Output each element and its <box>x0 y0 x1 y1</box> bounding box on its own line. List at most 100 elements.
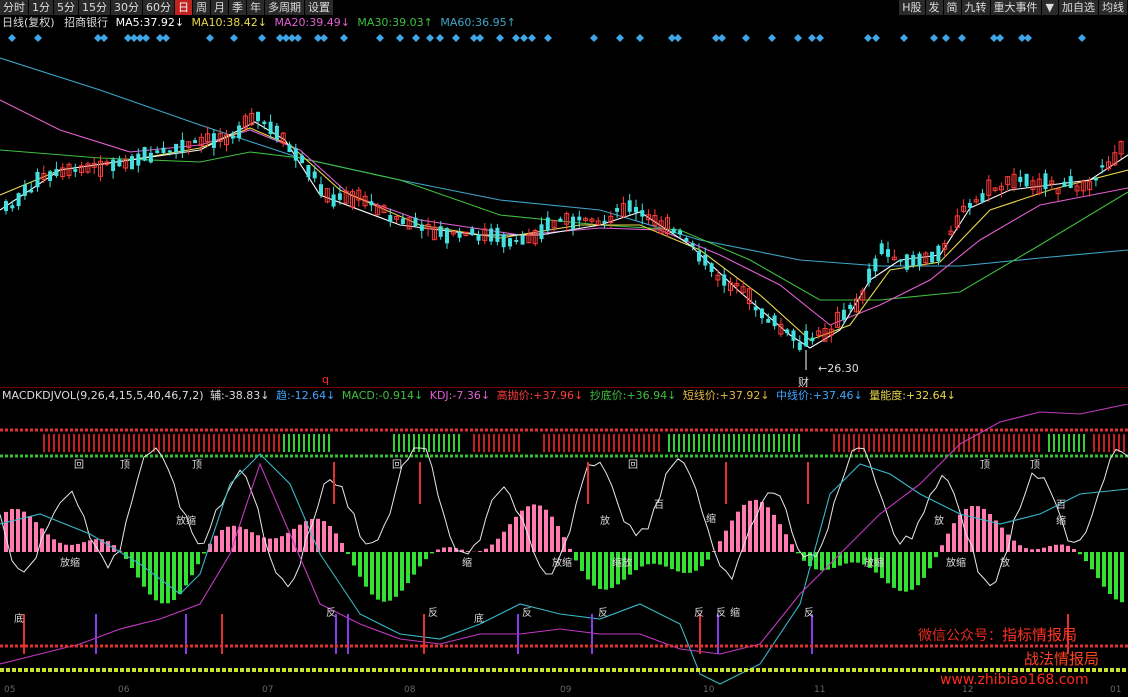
histogram-bar <box>592 552 596 586</box>
histogram-bar <box>448 547 452 552</box>
histogram-bar <box>658 552 662 565</box>
signal-diamond <box>1024 34 1032 42</box>
candle-body <box>615 208 620 212</box>
tab-period-2[interactable]: 5分 <box>54 0 79 15</box>
signal-label-bai: 百 <box>1056 499 1066 511</box>
histogram-bar <box>538 505 542 552</box>
toolbar-action-4[interactable]: 重大事件 <box>990 0 1042 15</box>
histogram-bar <box>394 552 398 597</box>
signal-label-fang: 放 <box>934 514 944 527</box>
cd-label: 抄底价: <box>589 389 627 402</box>
signal-diamond <box>258 34 266 42</box>
histogram-bar <box>328 526 332 552</box>
toolbar-action-6[interactable]: 加自选 <box>1059 0 1099 15</box>
signal-diamond <box>900 34 908 42</box>
signal-diamond <box>636 34 644 42</box>
tab-period-1[interactable]: 1分 <box>29 0 54 15</box>
toolbar-actions: H股发简九转 重大事件 ▼ 加自选 均线 <box>899 0 1128 15</box>
tab-period-7[interactable]: 周 <box>193 0 211 15</box>
histogram-bar <box>568 548 572 552</box>
histogram-bar <box>994 520 998 552</box>
price-chart[interactable] <box>0 30 1128 386</box>
signal-diamond <box>958 34 966 42</box>
candle-body <box>936 245 941 262</box>
histogram-bar <box>634 552 638 571</box>
tab-period-6[interactable]: 日 <box>175 0 193 15</box>
candle-body <box>980 193 985 202</box>
candle-body <box>898 259 903 262</box>
candle-body <box>331 194 336 207</box>
toolbar-action-0[interactable]: H股 <box>899 0 926 15</box>
toolbar-action-1[interactable]: 发 <box>925 0 944 15</box>
histogram-bar <box>190 552 194 576</box>
histogram-bar <box>490 544 494 552</box>
histogram-bar <box>478 551 482 552</box>
tab-period-0[interactable]: 分时 <box>0 0 29 15</box>
histogram-bar <box>268 538 272 552</box>
signal-diamond <box>34 34 42 42</box>
histogram-bar <box>1084 552 1088 562</box>
histogram-bar <box>184 552 188 586</box>
watermark-name1: 指标情报局 <box>1002 626 1078 644</box>
macd-value: -0.914↓ <box>378 389 424 402</box>
toolbar-action-5[interactable]: ▼ <box>1041 0 1059 15</box>
histogram-bar <box>916 552 920 586</box>
tab-period-5[interactable]: 60分 <box>143 0 175 15</box>
histogram-bar <box>70 544 74 552</box>
histogram-bar <box>550 516 554 552</box>
tab-period-11[interactable]: 多周期 <box>265 0 305 15</box>
tab-period-4[interactable]: 30分 <box>111 0 143 15</box>
tab-period-3[interactable]: 15分 <box>79 0 111 15</box>
histogram-bar <box>298 524 302 552</box>
candle-body <box>293 148 298 161</box>
histogram-bar <box>46 534 50 552</box>
tab-period-8[interactable]: 月 <box>211 0 229 15</box>
candle-body <box>35 171 40 188</box>
candle-body <box>514 239 519 242</box>
candle-body <box>722 274 727 286</box>
signal-bar-row <box>0 428 1128 458</box>
candle-body <box>917 253 922 267</box>
signal-diamond <box>718 34 726 42</box>
histogram-bar <box>910 552 914 590</box>
histogram-bar <box>1000 527 1004 552</box>
toolbar-action-7[interactable]: 均线 <box>1099 0 1128 15</box>
zx-label: 中线价: <box>776 389 813 402</box>
x-axis-label: 08 <box>404 685 416 695</box>
fu-label: 辅: <box>210 389 225 402</box>
signal-diamond <box>520 34 528 42</box>
candle-body <box>602 220 607 224</box>
watermark-name2: 战法情报局 <box>1024 650 1100 668</box>
histogram-bar <box>280 536 284 552</box>
histogram-bar <box>256 535 260 552</box>
tab-period-9[interactable]: 季 <box>229 0 247 15</box>
candle-body <box>337 193 342 200</box>
candle-body <box>445 228 449 244</box>
tab-period-10[interactable]: 年 <box>247 0 265 15</box>
indicator-legend: MACDKDJVOL(9,26,4,15,5,40,46,7,2) 辅:-38.… <box>2 389 956 403</box>
q-marker: q <box>322 373 329 386</box>
candle-body <box>873 258 878 272</box>
toolbar-action-2[interactable]: 简 <box>943 0 962 15</box>
histogram-bar <box>496 538 500 552</box>
qu-value: -12.64↓ <box>290 389 336 402</box>
candle-body <box>766 318 771 323</box>
candle-body <box>867 268 872 283</box>
histogram-bar <box>640 552 644 567</box>
candle-body <box>319 184 323 195</box>
toolbar-action-3[interactable]: 九转 <box>961 0 991 15</box>
signal-diamond <box>864 34 872 42</box>
histogram-bar <box>388 552 392 601</box>
candle-body <box>388 215 393 222</box>
histogram-bar <box>724 530 728 552</box>
tab-period-12[interactable]: 设置 <box>305 0 334 15</box>
signal-label-fang: 放 <box>946 556 956 569</box>
histogram-bar <box>646 552 650 565</box>
histogram-bar <box>796 552 800 554</box>
histogram-bar <box>202 552 206 554</box>
histogram-bar <box>886 552 890 584</box>
histogram-bar <box>1078 552 1082 555</box>
candle-body <box>274 125 279 140</box>
candle-body <box>306 165 311 178</box>
candle-body <box>697 251 701 262</box>
